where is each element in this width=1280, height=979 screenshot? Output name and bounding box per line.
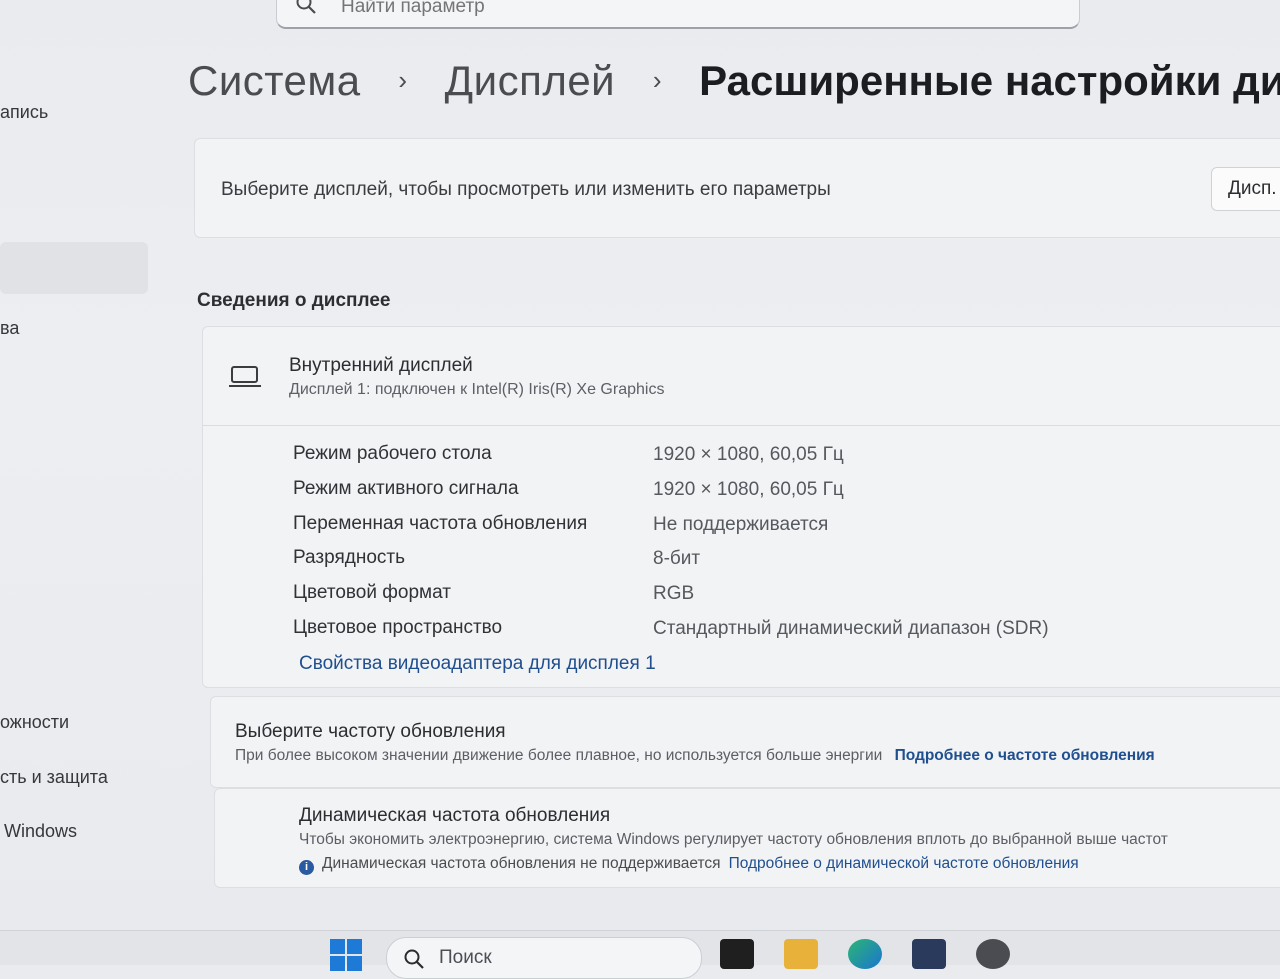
display-select-card: Выберите дисплей, чтобы просмотреть или … xyxy=(194,138,1280,238)
dynamic-refresh-card: Динамическая частота обновления Чтобы эк… xyxy=(214,788,1280,888)
sidebar-item-windows-update[interactable]: Windows xyxy=(4,821,77,842)
info-value-bit-depth: 8-бит xyxy=(653,548,701,569)
settings-search-box[interactable] xyxy=(276,0,1080,29)
dynamic-refresh-note-text: Динамическая частота обновления не подде… xyxy=(322,855,721,872)
refresh-rate-title: Выберите частоту обновления xyxy=(235,721,506,742)
info-label-desktop-mode: Режим рабочего стола xyxy=(293,443,492,464)
display-dropdown[interactable]: Дисп. xyxy=(1211,167,1280,211)
breadcrumb: Система › Дисплей › Расширенные настройк… xyxy=(188,54,1280,105)
edge-browser-icon[interactable] xyxy=(848,939,882,969)
display-info-card: Внутренний дисплей Дисплей 1: подключен … xyxy=(202,326,1280,688)
settings-gear-icon[interactable] xyxy=(976,939,1010,969)
file-explorer-icon[interactable] xyxy=(784,939,818,969)
refresh-rate-card: Выберите частоту обновления При более вы… xyxy=(210,696,1280,788)
task-view-icon[interactable] xyxy=(720,939,754,969)
info-value-active-signal: 1920 × 1080, 60,05 Гц xyxy=(653,479,844,500)
adapter-properties-link[interactable]: Свойства видеоадаптера для дисплея 1 xyxy=(299,653,656,675)
refresh-rate-description-text: При более высоком значении движение боле… xyxy=(235,747,883,764)
dynamic-refresh-title: Динамическая частота обновления xyxy=(299,805,611,826)
chevron-right-icon: › xyxy=(652,65,662,96)
dynamic-refresh-learn-more-link[interactable]: Подробнее о динамической частоте обновле… xyxy=(729,855,1079,872)
dynamic-refresh-note: i Динамическая частота обновления не подд… xyxy=(299,855,1079,875)
display-info-header: Внутренний дисплей Дисплей 1: подключен … xyxy=(203,327,1280,426)
breadcrumb-display[interactable]: Дисплей xyxy=(445,57,615,105)
breadcrumb-system[interactable]: Система xyxy=(188,57,361,105)
sidebar-item-privacy-security[interactable]: сть и защита xyxy=(0,767,108,788)
info-label-color-space: Цветовое пространство xyxy=(293,617,503,638)
display-adapter-subtitle: Дисплей 1: подключен к Intel(R) Iris(R) … xyxy=(289,381,665,398)
chevron-right-icon: › xyxy=(398,65,407,96)
store-icon[interactable] xyxy=(912,939,946,969)
section-title-display-info: Сведения о дисплее xyxy=(197,290,391,311)
windows-start-icon[interactable] xyxy=(330,939,364,973)
laptop-icon xyxy=(229,364,261,395)
info-value-vrr: Не поддерживается xyxy=(653,514,829,535)
sidebar-item-recording[interactable]: апись xyxy=(0,102,48,123)
sidebar: апись ва ожности сть и защита Windows xyxy=(0,0,160,930)
sidebar-item-devices[interactable]: ва xyxy=(0,318,19,339)
info-value-color-format: RGB xyxy=(653,583,695,604)
page-title: Расширенные настройки дисп xyxy=(699,56,1280,104)
info-label-color-format: Цветовой формат xyxy=(293,582,451,603)
info-icon: i xyxy=(299,860,314,875)
sidebar-selected-highlight[interactable] xyxy=(0,242,148,294)
dynamic-refresh-description: Чтобы экономить электроэнергию, система … xyxy=(299,831,1168,848)
info-value-color-space: Стандартный динамический диапазон (SDR) xyxy=(653,618,1049,639)
sidebar-item-accessibility[interactable]: ожности xyxy=(0,712,69,733)
refresh-rate-description: При более высоком значении движение боле… xyxy=(235,747,1155,765)
taskbar-search-label: Поиск xyxy=(439,947,492,968)
info-label-vrr: Переменная частота обновления xyxy=(293,513,588,534)
display-select-label: Выберите дисплей, чтобы просмотреть или … xyxy=(221,179,831,200)
info-label-active-signal: Режим активного сигнала xyxy=(293,478,519,499)
search-icon xyxy=(295,0,317,20)
taskbar: Поиск xyxy=(0,930,1280,979)
refresh-rate-learn-more-link[interactable]: Подробнее о частоте обновления xyxy=(895,747,1155,764)
display-name: Внутренний дисплей xyxy=(289,355,473,376)
info-label-bit-depth: Разрядность xyxy=(293,547,405,568)
info-value-desktop-mode: 1920 × 1080, 60,05 Гц xyxy=(653,444,844,465)
search-icon xyxy=(403,948,425,975)
taskbar-search[interactable]: Поиск xyxy=(386,937,702,979)
search-input[interactable] xyxy=(339,0,943,19)
